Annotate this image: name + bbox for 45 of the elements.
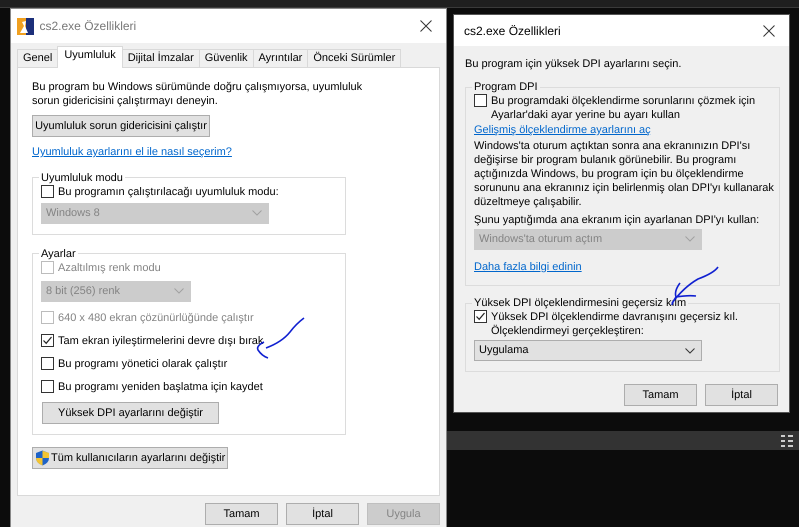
dpi-settings-button[interactable]: Yüksek DPI ayarlarını değiştir — [42, 402, 219, 424]
tab[interactable]: Önceki Sürümler — [307, 49, 402, 67]
tab[interactable]: Uyumluluk — [57, 46, 123, 68]
checkbox[interactable] — [41, 380, 54, 392]
checkbox-label: Azaltılmış renk modu — [58, 260, 161, 274]
checkbox-label: 640 x 480 ekran çözünürlüğünde çalıştır — [58, 310, 254, 324]
dialog-button[interactable]: Tamam — [205, 503, 278, 525]
close-icon — [420, 20, 432, 32]
checkbox[interactable] — [474, 94, 487, 107]
app-icon — [17, 18, 34, 34]
checkbox-label: Bu programın çalıştırılacağı uyumluluk modu: — [58, 184, 279, 198]
dropdown-label: Şunu yaptığımda ana ekranım için ayarlanan DPI'yı kullan: — [474, 212, 760, 226]
group-label: Ayarlar — [40, 246, 77, 260]
chevron-icon — [685, 236, 695, 242]
dialog-button[interactable]: İptal — [286, 503, 359, 525]
advanced-scaling-link[interactable]: Gelişmiş ölçeklendirme ayarlarını aç — [474, 122, 651, 138]
intro-text: Bu program için yüksek DPI ayarlarını seçin. — [465, 57, 682, 71]
chevron-icon — [685, 348, 695, 354]
checkbox[interactable] — [41, 356, 54, 370]
intro-text: Bu program bu Windows sürümünde doğru çalışmıyorsa, uyumluluk sorun gidericisini çalıştırmayı deneyin. — [32, 80, 364, 108]
checkbox[interactable] — [41, 184, 54, 198]
dialog-button[interactable]: İptal — [705, 384, 778, 406]
grid-icon[interactable] — [781, 435, 793, 447]
troubleshoot-button[interactable]: Uyumluluk sorun gidericisini çalıştır — [32, 115, 210, 137]
checkbox-label: Yüksek DPI ölçeklendirme davranışını geçersiz kıl. Ölçeklendirmeyi gerçekleştiren: — [491, 310, 738, 338]
window-title: cs2.exe Özellikleri — [464, 22, 561, 40]
tab[interactable]: Genel — [17, 49, 58, 67]
dialog-button[interactable]: Tamam — [624, 384, 697, 406]
checkbox-label: Tam ekran iyileştirmelerini devre dışı bırak — [58, 334, 264, 348]
shield-icon — [35, 450, 50, 466]
help-link[interactable]: Uyumluluk ayarlarını el ile nasıl seçerim? — [32, 144, 232, 160]
checkbox[interactable] — [474, 310, 487, 323]
chevron-icon — [252, 210, 262, 216]
close-icon — [763, 24, 775, 36]
window-title: cs2.exe Özellikleri — [40, 18, 136, 35]
checkbox-label: Bu programdaki ölçeklendirme sorunlarını çözmek için Ayarlar'daki ayar yerine bu ayarı kullan — [491, 94, 756, 122]
learn-more-link[interactable]: Daha fazla bilgi edinin — [474, 258, 582, 275]
checkbox-label: Bu programı yönetici olarak çalıştır — [58, 356, 228, 370]
checkbox[interactable] — [41, 334, 54, 346]
dropdown[interactable]: Uygulama — [474, 340, 702, 361]
group-label: Program DPI — [473, 80, 539, 94]
chevron-icon — [174, 288, 184, 294]
all-users-button[interactable]: Tüm kullanıcıların ayarlarını değiştir — [32, 446, 228, 468]
checkbox-label: Bu programı yeniden başlatma için kaydet — [58, 380, 263, 394]
group-label: Uyumluluk modu — [40, 170, 124, 184]
